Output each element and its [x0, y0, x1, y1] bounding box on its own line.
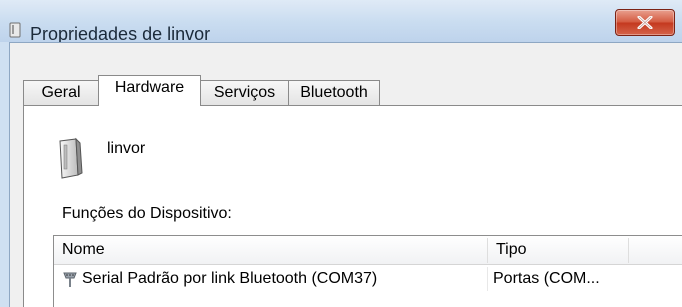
device-icon — [59, 137, 83, 179]
tab-bluetooth[interactable]: Bluetooth — [288, 80, 380, 106]
functions-label: Funções do Dispositivo: — [62, 205, 232, 222]
column-label: Tipo — [496, 241, 527, 258]
tab-servicos[interactable]: Serviços — [200, 80, 289, 106]
row-type: Portas (COM... — [493, 270, 600, 287]
serial-port-icon — [63, 272, 77, 287]
title-bar: Propriedades de linvor — [0, 0, 682, 44]
column-header-type[interactable]: Tipo — [488, 236, 628, 264]
close-icon — [637, 16, 653, 29]
tab-label: Hardware — [114, 79, 185, 96]
tab-label: Geral — [41, 84, 81, 101]
window-icon — [9, 22, 21, 38]
tab-label: Serviços — [213, 84, 276, 101]
column-label: Nome — [62, 241, 105, 258]
column-divider[interactable] — [628, 238, 629, 263]
device-name: linvor — [107, 140, 146, 157]
close-button[interactable] — [615, 9, 675, 36]
tab-label: Bluetooth — [300, 84, 368, 101]
column-header-name[interactable]: Nome — [54, 236, 487, 264]
row-name: Serial Padrão por link Bluetooth (COM37) — [82, 270, 378, 287]
window-title: Propriedades de linvor — [30, 24, 211, 44]
tab-hardware[interactable]: Hardware — [98, 75, 201, 106]
tab-geral[interactable]: Geral — [23, 80, 99, 106]
functions-list: Nome Tipo Serial Padrão por link Bluetoo… — [53, 235, 682, 307]
table-row[interactable]: Serial Padrão por link Bluetooth (COM37)… — [54, 267, 682, 291]
column-divider — [487, 267, 488, 291]
list-header: Nome Tipo — [54, 236, 682, 265]
